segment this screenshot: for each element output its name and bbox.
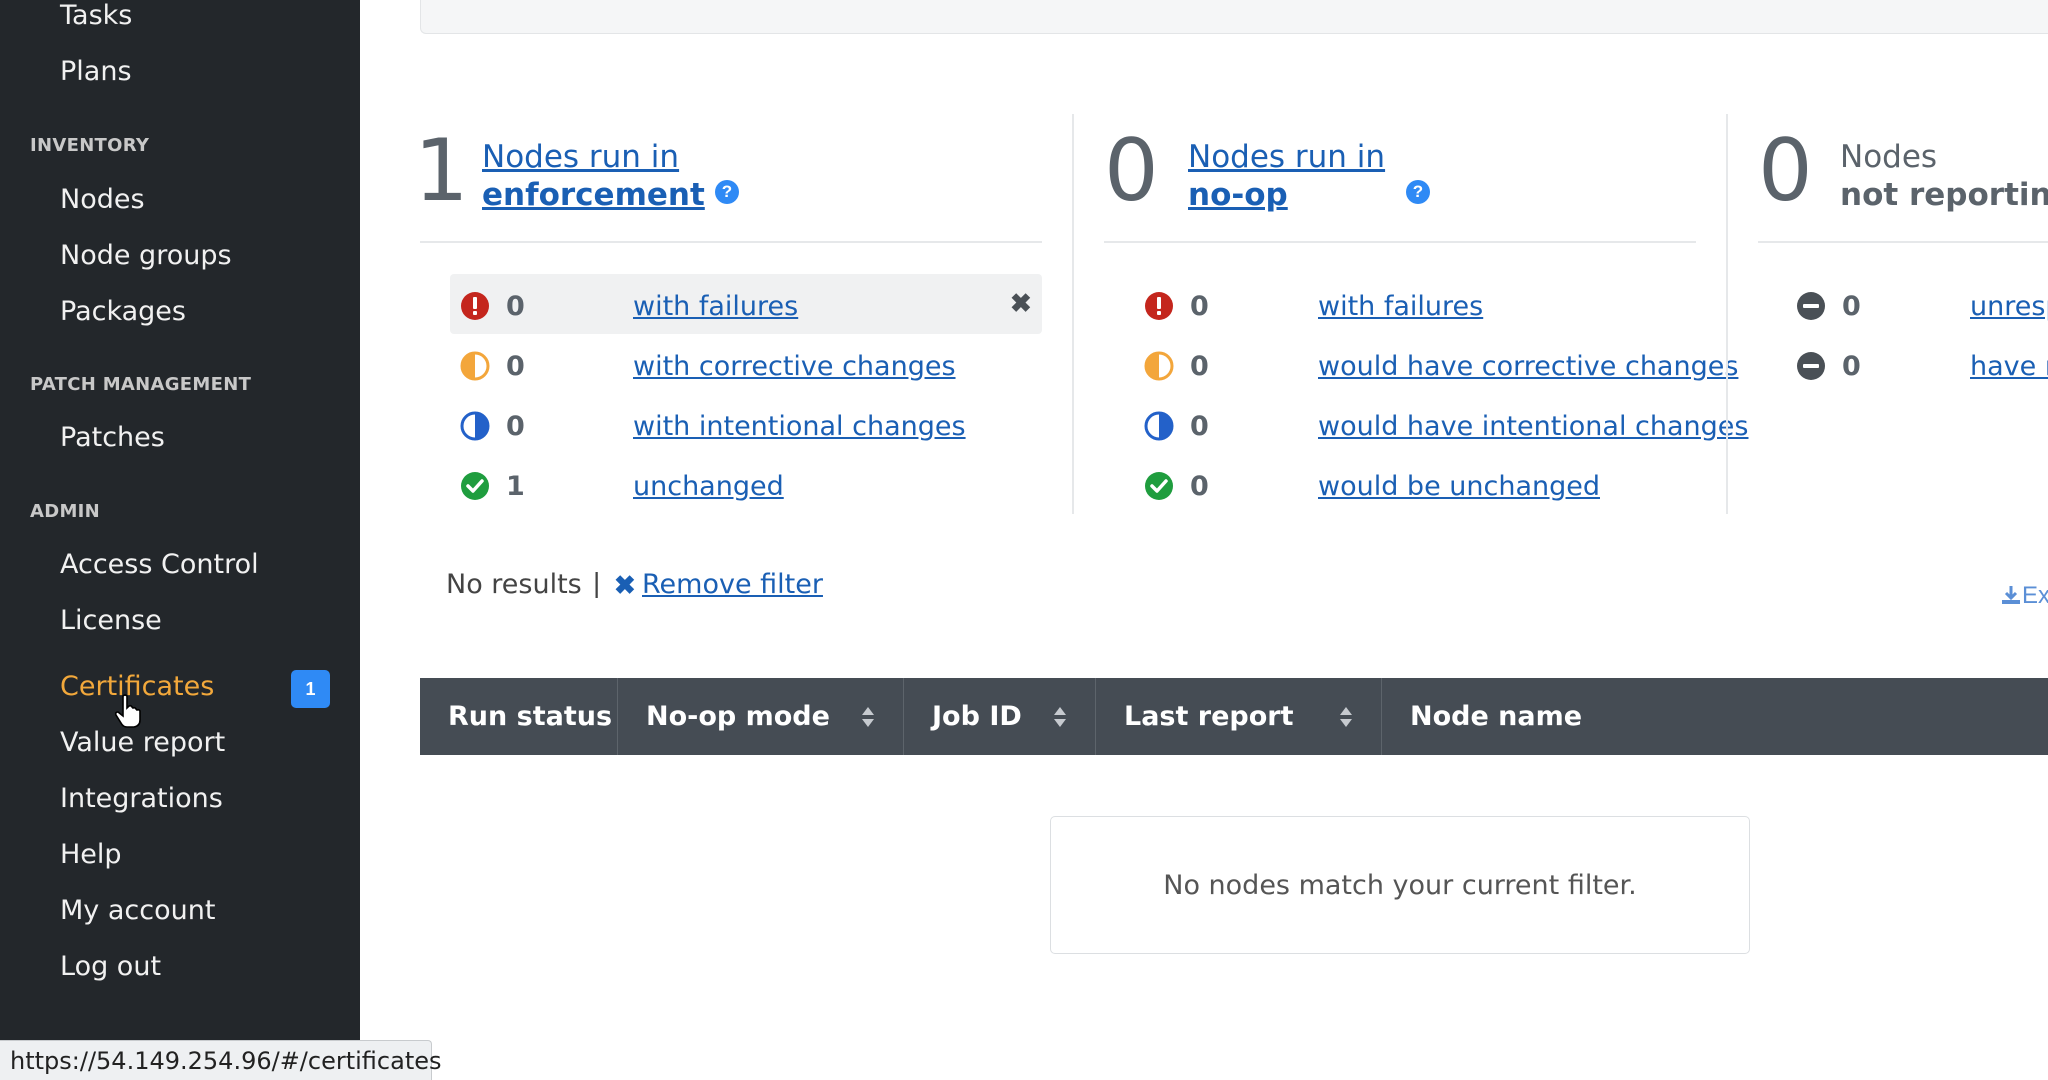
enforcement-unchanged-link[interactable]: unchanged <box>633 471 784 502</box>
sidebar-section-inventory: INVENTORY <box>30 135 150 156</box>
empty-table-message: No nodes match your current filter. <box>1050 816 1750 954</box>
noop-count: 0 <box>1104 121 1159 221</box>
not-reporting-count: 0 <box>1758 121 1813 221</box>
enforcement-intentional-link[interactable]: with intentional changes <box>633 411 966 442</box>
top-bar <box>420 0 2048 34</box>
sidebar-item-node-groups[interactable]: Node groups <box>60 240 232 271</box>
enforcement-failures-link[interactable]: with failures <box>633 291 798 322</box>
column-divider <box>1726 114 1728 514</box>
column-label: Job ID <box>932 701 1022 732</box>
noop-corrective-link[interactable]: would have corrective changes <box>1318 351 1738 382</box>
download-icon <box>2002 586 2020 604</box>
column-label: Node name <box>1410 701 1583 732</box>
divider <box>1758 241 2048 243</box>
not-reporting-title: Nodes not reporting <box>1840 138 2048 214</box>
noop-intentional-count: 0 <box>1190 411 1209 442</box>
intentional-changes-icon <box>460 411 490 441</box>
corrective-changes-icon <box>1144 351 1174 381</box>
unresponsive-count: 0 <box>1842 291 1861 322</box>
noop-unchanged-link[interactable]: would be unchanged <box>1318 471 1600 502</box>
filter-separator: | <box>593 567 601 598</box>
column-job-id[interactable]: Job ID <box>904 678 1096 755</box>
no-results-label: No results <box>446 569 582 600</box>
clear-filter-close-icon[interactable]: ✖ <box>1010 288 1032 319</box>
noop-title-line1: Nodes run in <box>1188 139 1386 175</box>
status-bar-url: https://54.149.254.96/#/certificates <box>0 1040 442 1080</box>
minus-circle-icon <box>1797 292 1825 320</box>
sidebar: Tasks Plans INVENTORY Nodes Node groups … <box>0 0 360 1080</box>
enforcement-title-line1: Nodes run in <box>482 139 680 175</box>
noop-title-line2: no-op <box>1188 177 1288 213</box>
column-divider <box>1072 114 1074 514</box>
noop-title-link[interactable]: Nodes run in no-op <box>1188 138 1385 214</box>
enforcement-corrective-link[interactable]: with corrective changes <box>633 351 956 382</box>
minus-circle-icon <box>1797 352 1825 380</box>
column-noop-mode[interactable]: No-op mode <box>618 678 904 755</box>
empty-message-text: No nodes match your current filter. <box>1163 869 1637 901</box>
sort-icon <box>1054 707 1066 727</box>
corrective-changes-icon <box>460 351 490 381</box>
divider <box>420 241 1042 243</box>
error-icon <box>461 292 489 320</box>
column-node-name[interactable]: Node name <box>1382 678 2048 755</box>
sidebar-item-value-report[interactable]: Value report <box>60 727 225 758</box>
unchanged-check-icon <box>461 472 489 500</box>
sidebar-item-tasks[interactable]: Tasks <box>60 0 132 31</box>
column-label: No-op mode <box>646 701 830 732</box>
sort-icon <box>862 707 874 727</box>
enforcement-count: 1 <box>414 121 469 221</box>
sidebar-item-access-control[interactable]: Access Control <box>60 549 259 580</box>
unresponsive-link[interactable]: unresp <box>1970 291 2048 322</box>
noop-intentional-link[interactable]: would have intentional changes <box>1318 411 1748 442</box>
sidebar-item-my-account[interactable]: My account <box>60 895 215 926</box>
column-last-report[interactable]: Last report <box>1096 678 1382 755</box>
sidebar-item-integrations[interactable]: Integrations <box>60 783 223 814</box>
sidebar-section-admin: ADMIN <box>30 501 101 522</box>
remove-filter-icon[interactable]: ✖ <box>614 570 636 601</box>
sidebar-section-patch-management: PATCH MANAGEMENT <box>30 374 252 395</box>
enforcement-help-icon[interactable]: ? <box>715 180 739 204</box>
sidebar-item-plans[interactable]: Plans <box>60 56 132 87</box>
enforcement-corrective-count: 0 <box>506 351 525 382</box>
sidebar-item-help[interactable]: Help <box>60 839 122 870</box>
column-label: Run status <box>448 701 613 732</box>
sidebar-item-packages[interactable]: Packages <box>60 296 186 327</box>
export-link[interactable]: Ex <box>2000 582 2048 610</box>
sidebar-item-log-out[interactable]: Log out <box>60 951 161 982</box>
sidebar-item-license[interactable]: License <box>60 605 162 636</box>
sort-icon <box>1340 707 1352 727</box>
certificates-badge: 1 <box>291 670 330 708</box>
noop-failures-link[interactable]: with failures <box>1318 291 1483 322</box>
noop-unchanged-count: 0 <box>1190 471 1209 502</box>
column-run-status[interactable]: Run status <box>420 678 618 755</box>
enforcement-failures-count: 0 <box>506 291 525 322</box>
enforcement-intentional-count: 0 <box>506 411 525 442</box>
have-no-reports-link[interactable]: have n <box>1970 351 2048 382</box>
sidebar-item-patches[interactable]: Patches <box>60 422 165 453</box>
not-reporting-title-line1: Nodes <box>1840 139 1938 175</box>
noop-failures-count: 0 <box>1190 291 1209 322</box>
divider <box>1104 241 1696 243</box>
not-reporting-title-line2: not reporting <box>1840 177 2048 213</box>
export-label: Ex <box>2022 582 2048 609</box>
noop-help-icon[interactable]: ? <box>1406 180 1430 204</box>
remove-filter-link[interactable]: Remove filter <box>642 569 823 600</box>
sidebar-item-nodes[interactable]: Nodes <box>60 184 145 215</box>
unchanged-check-icon <box>1145 472 1173 500</box>
have-no-reports-count: 0 <box>1842 351 1861 382</box>
column-label: Last report <box>1124 701 1294 732</box>
error-icon <box>1145 292 1173 320</box>
hand-cursor-icon <box>114 694 141 728</box>
noop-corrective-count: 0 <box>1190 351 1209 382</box>
table-header: Run status No-op mode Job ID Last report… <box>420 678 2048 755</box>
enforcement-unchanged-count: 1 <box>506 471 525 502</box>
intentional-changes-icon <box>1144 411 1174 441</box>
enforcement-title-link[interactable]: Nodes run in enforcement <box>482 138 705 214</box>
enforcement-title-line2: enforcement <box>482 177 705 213</box>
